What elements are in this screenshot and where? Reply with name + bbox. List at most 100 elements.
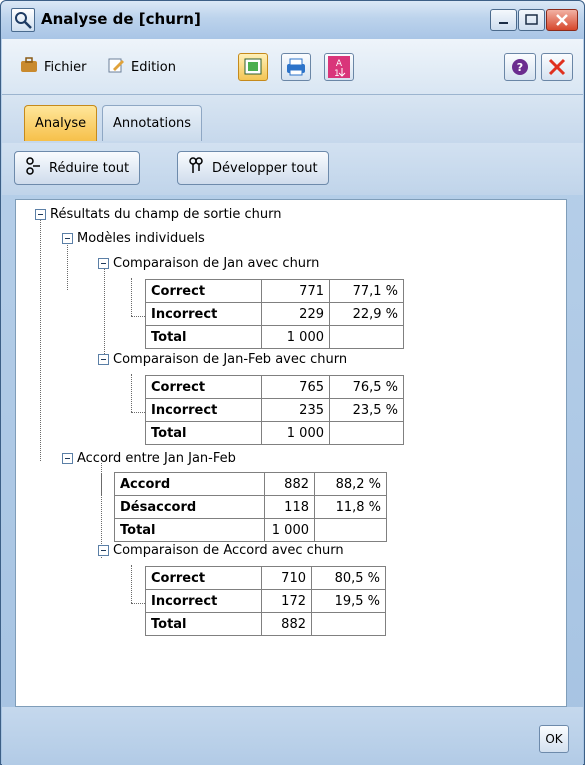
row-label: Total <box>145 612 262 636</box>
analysis-window: Analyse de [churn] Fichier Edition A 1 ?… <box>0 0 585 765</box>
results-table-agreement-churn: Correct 710 80,5 % Incorrect 172 19,5 % … <box>145 566 386 636</box>
row-percent: 76,5 % <box>329 375 404 399</box>
tree-connector <box>131 412 145 413</box>
tree-connector <box>67 242 68 290</box>
row-count: 710 <box>261 566 312 590</box>
printer-icon <box>282 58 310 84</box>
expand-icon <box>188 157 204 179</box>
maximize-button[interactable] <box>518 9 545 31</box>
tree-connector <box>131 374 132 412</box>
row-label: Total <box>114 518 265 542</box>
row-percent: 80,5 % <box>311 566 386 590</box>
tree-node-root[interactable]: Résultats du champ de sortie churn <box>35 207 281 222</box>
ok-button-label: OK <box>545 732 563 746</box>
table-row: Correct 771 77,1 % <box>145 279 404 303</box>
close-output-button[interactable] <box>541 53 573 81</box>
tree-connector <box>131 603 145 604</box>
briefcase-icon <box>20 57 38 77</box>
close-window-button[interactable] <box>546 9 578 31</box>
row-count: 771 <box>261 279 330 303</box>
row-label: Incorrect <box>145 398 262 422</box>
row-count: 235 <box>261 398 330 422</box>
ok-button[interactable]: OK <box>539 725 569 753</box>
table-row: Total 1 000 <box>114 518 387 542</box>
row-label: Incorrect <box>145 302 262 326</box>
row-count: 882 <box>261 612 312 636</box>
generate-button[interactable] <box>238 53 268 81</box>
row-label: Correct <box>145 566 262 590</box>
row-count: 1 000 <box>264 518 315 542</box>
print-button[interactable] <box>281 53 311 81</box>
analysis-magnifier-icon <box>11 8 35 32</box>
table-row: Incorrect 229 22,9 % <box>145 302 404 326</box>
sort-az-icon: A1 <box>325 56 353 84</box>
collapse-icon <box>25 157 41 179</box>
title-bar[interactable]: Analyse de [churn] <box>1 1 584 39</box>
tree-node-comparison-agreement[interactable]: Comparaison de Accord avec churn <box>98 543 344 558</box>
tree-node-label: Comparaison de Accord avec churn <box>113 543 344 558</box>
collapse-toggle-icon[interactable] <box>98 545 109 556</box>
table-row: Total 1 000 <box>145 421 404 445</box>
row-count: 765 <box>261 375 330 399</box>
expand-all-button[interactable]: Développer tout <box>177 151 329 185</box>
toolbar: Fichier Edition A1 ? <box>2 39 583 95</box>
collapse-toggle-icon[interactable] <box>62 233 73 244</box>
tree-connector <box>131 316 145 317</box>
table-row: Total 882 <box>145 612 386 636</box>
row-count: 118 <box>264 495 315 519</box>
row-label: Correct <box>145 279 262 303</box>
tree-node-agreement[interactable]: Accord entre Jan Jan-Feb <box>62 451 236 466</box>
row-percent: 23,5 % <box>329 398 404 422</box>
tab-analyse[interactable]: Analyse <box>24 105 98 141</box>
results-table-jan-feb: Correct 765 76,5 % Incorrect 235 23,5 % … <box>145 375 404 445</box>
table-row: Désaccord 118 11,8 % <box>114 495 387 519</box>
table-row: Incorrect 172 19,5 % <box>145 589 386 613</box>
row-percent: 22,9 % <box>329 302 404 326</box>
collapse-toggle-icon[interactable] <box>98 258 109 269</box>
row-label: Désaccord <box>114 495 265 519</box>
collapse-all-label: Réduire tout <box>49 160 130 176</box>
generate-model-icon <box>239 58 267 84</box>
results-tree-panel[interactable]: Résultats du champ de sortie churn Modèl… <box>15 199 567 707</box>
tree-connector <box>131 278 132 316</box>
collapse-toggle-icon[interactable] <box>98 354 109 365</box>
window-title: Analyse de [churn] <box>41 10 201 28</box>
table-row: Correct 765 76,5 % <box>145 375 404 399</box>
help-button[interactable]: ? <box>504 53 536 81</box>
tab-annotations-label: Annotations <box>113 116 192 131</box>
collapse-toggle-icon[interactable] <box>35 209 46 220</box>
table-row: Total 1 000 <box>145 325 404 349</box>
tree-connector <box>40 219 41 461</box>
collapse-toggle-icon[interactable] <box>62 453 73 464</box>
collapse-all-button[interactable]: Réduire tout <box>14 151 141 185</box>
row-count: 1 000 <box>261 325 330 349</box>
minimize-button[interactable] <box>490 9 517 31</box>
tree-node-individual-models[interactable]: Modèles individuels <box>62 231 205 246</box>
tab-annotations[interactable]: Annotations <box>102 105 203 141</box>
help-icon: ? <box>505 59 535 84</box>
row-label: Total <box>145 421 262 445</box>
tree-node-comparison-jan[interactable]: Comparaison de Jan avec churn <box>98 256 319 271</box>
file-menu[interactable]: Fichier <box>20 57 87 77</box>
tab-analyse-label: Analyse <box>35 116 87 131</box>
row-percent: 11,8 % <box>314 495 387 519</box>
file-menu-label: Fichier <box>44 59 87 75</box>
tree-connector <box>131 565 132 603</box>
edit-menu[interactable]: Edition <box>107 57 176 77</box>
row-label: Accord <box>114 472 265 496</box>
table-row: Accord 882 88,2 % <box>114 472 387 496</box>
tree-node-comparison-jan-feb[interactable]: Comparaison de Jan-Feb avec churn <box>98 352 347 367</box>
row-count: 172 <box>261 589 312 613</box>
tree-node-label: Comparaison de Jan-Feb avec churn <box>113 352 348 367</box>
close-x-icon <box>542 58 572 84</box>
row-label: Total <box>145 325 262 349</box>
results-table-jan: Correct 771 77,1 % Incorrect 229 22,9 % … <box>145 279 404 349</box>
svg-text:1: 1 <box>334 69 340 79</box>
results-table-agreement: Accord 882 88,2 % Désaccord 118 11,8 % T… <box>114 472 387 542</box>
row-percent <box>329 421 404 445</box>
sort-button[interactable]: A1 <box>324 53 354 81</box>
tree-node-label: Comparaison de Jan avec churn <box>113 256 320 271</box>
svg-text:A: A <box>336 59 343 69</box>
row-label: Incorrect <box>145 589 262 613</box>
row-percent: 77,1 % <box>329 279 404 303</box>
